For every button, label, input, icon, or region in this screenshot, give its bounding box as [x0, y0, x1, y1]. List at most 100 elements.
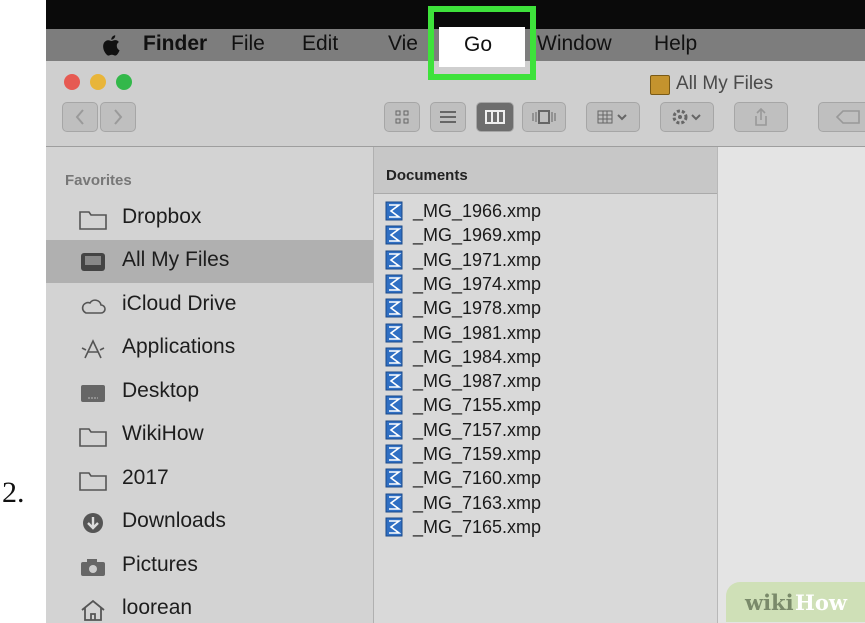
- file-row[interactable]: _MG_1974.xmp: [374, 273, 717, 295]
- arrange-button[interactable]: [586, 102, 640, 132]
- close-window-button[interactable]: [64, 74, 80, 90]
- file-row[interactable]: _MG_7165.xmp: [374, 516, 717, 538]
- file-row[interactable]: _MG_1984.xmp: [374, 346, 717, 368]
- sidebar: Favorites Dropbox All My Files iCloud Dr…: [46, 147, 374, 623]
- chevron-right-icon: [114, 109, 123, 125]
- gear-icon: [672, 109, 701, 125]
- share-button[interactable]: [734, 102, 788, 132]
- column-header-label: Documents: [386, 167, 468, 184]
- apple-logo-icon[interactable]: [102, 34, 122, 56]
- file-name: _MG_7163.xmp: [413, 492, 542, 513]
- file-name: _MG_1984.xmp: [413, 346, 542, 367]
- column-view-button[interactable]: [476, 102, 514, 132]
- all-files-icon: [81, 253, 105, 271]
- file-name: _MG_7160.xmp: [413, 468, 542, 489]
- file-row[interactable]: _MG_1987.xmp: [374, 370, 717, 392]
- watermark-how: How: [795, 590, 847, 615]
- file-row[interactable]: _MG_7157.xmp: [374, 419, 717, 441]
- sidebar-item-wikihow[interactable]: WikiHow: [46, 414, 373, 457]
- xmp-file-icon: [385, 298, 403, 318]
- file-name: _MG_1971.xmp: [413, 249, 542, 270]
- sidebar-item-label: WikiHow: [122, 422, 204, 445]
- back-button[interactable]: [62, 102, 98, 132]
- folder-icon: [79, 211, 107, 230]
- file-row[interactable]: _MG_7159.xmp: [374, 443, 717, 465]
- minimize-window-button[interactable]: [90, 74, 106, 90]
- file-name: _MG_1974.xmp: [413, 273, 542, 294]
- column-header: Documents: [374, 147, 717, 194]
- xmp-file-icon: [385, 323, 403, 342]
- file-row[interactable]: _MG_7160.xmp: [374, 467, 717, 489]
- highlight-box: [428, 6, 536, 80]
- sidebar-item-dropbox[interactable]: Dropbox: [46, 197, 373, 240]
- sidebar-heading-favorites: Favorites: [65, 172, 132, 189]
- menu-file[interactable]: File: [231, 32, 265, 56]
- sidebar-item-label: Pictures: [122, 553, 198, 576]
- arrange-grid-icon: [597, 110, 627, 124]
- icon-view-button[interactable]: [384, 102, 420, 132]
- sidebar-item-icloud-drive[interactable]: iCloud Drive: [46, 284, 373, 327]
- file-name: _MG_1978.xmp: [413, 298, 542, 319]
- desktop-icon: [81, 385, 105, 402]
- cloud-icon: [81, 299, 106, 314]
- finder-screenshot: Finder File Edit Vie Window Help All My …: [46, 0, 865, 623]
- zoom-window-button[interactable]: [116, 74, 132, 90]
- file-name: _MG_7157.xmp: [413, 419, 542, 440]
- sidebar-item-desktop[interactable]: Desktop: [46, 371, 373, 414]
- xmp-file-icon: [385, 347, 403, 367]
- file-row[interactable]: _MG_7155.xmp: [374, 394, 717, 416]
- camera-icon: [81, 559, 105, 576]
- xmp-file-icon: [385, 395, 403, 415]
- sidebar-item-pictures[interactable]: Pictures: [46, 545, 373, 588]
- watermark-wiki: wiki: [745, 590, 794, 615]
- download-icon: [83, 513, 103, 533]
- wikihow-watermark: wiki How: [726, 582, 865, 622]
- menu-view[interactable]: Vie: [388, 32, 418, 56]
- file-name: _MG_1969.xmp: [413, 225, 542, 246]
- columns-icon: [485, 110, 505, 124]
- file-row[interactable]: _MG_1966.xmp: [374, 200, 717, 222]
- sidebar-item-2017[interactable]: 2017: [46, 458, 373, 501]
- file-row[interactable]: _MG_7163.xmp: [374, 492, 717, 514]
- file-name: _MG_1981.xmp: [413, 322, 542, 343]
- file-row[interactable]: _MG_1978.xmp: [374, 297, 717, 319]
- sidebar-item-loorean[interactable]: loorean: [46, 588, 373, 623]
- grid-icon: [395, 110, 409, 124]
- sidebar-item-label: Desktop: [122, 379, 200, 402]
- file-row[interactable]: _MG_1969.xmp: [374, 224, 717, 246]
- documents-column: Documents _MG_1966.xmp _MG_1969.xmp _MG_19…: [374, 147, 718, 623]
- menu-help[interactable]: Help: [654, 32, 697, 56]
- action-button[interactable]: [660, 102, 714, 132]
- menu-edit[interactable]: Edit: [302, 32, 338, 56]
- sidebar-item-all-my-files[interactable]: All My Files: [46, 240, 373, 283]
- window-title: All My Files: [676, 73, 774, 94]
- file-name: _MG_7155.xmp: [413, 395, 542, 416]
- list-view-button[interactable]: [430, 102, 466, 132]
- xmp-file-icon: [385, 493, 403, 513]
- empty-preview-pane: [718, 147, 865, 623]
- sidebar-item-label: 2017: [122, 466, 169, 489]
- share-icon: [755, 107, 767, 126]
- xmp-file-icon: [385, 274, 403, 294]
- xmp-file-icon: [385, 250, 403, 270]
- sidebar-item-label: All My Files: [122, 248, 230, 271]
- tag-icon: [835, 110, 860, 124]
- file-name: _MG_7159.xmp: [413, 444, 542, 464]
- xmp-file-icon: [385, 517, 403, 537]
- list-icon: [440, 111, 456, 123]
- step-number: 2.: [2, 476, 25, 509]
- applications-icon: [81, 339, 105, 359]
- all-files-title-icon: [650, 75, 670, 95]
- file-name: _MG_1966.xmp: [413, 201, 542, 221]
- tag-button[interactable]: [818, 102, 865, 132]
- cover-flow-view-button[interactable]: [522, 102, 566, 132]
- file-row[interactable]: _MG_1981.xmp: [374, 322, 717, 344]
- menu-finder[interactable]: Finder: [143, 32, 207, 56]
- file-row[interactable]: _MG_1971.xmp: [374, 249, 717, 271]
- file-name: _MG_7165.xmp: [413, 516, 542, 537]
- sidebar-item-downloads[interactable]: Downloads: [46, 501, 373, 544]
- sidebar-item-applications[interactable]: Applications: [46, 327, 373, 370]
- menu-window[interactable]: Window: [537, 32, 612, 56]
- forward-button[interactable]: [100, 102, 136, 132]
- file-name: _MG_1987.xmp: [413, 371, 542, 392]
